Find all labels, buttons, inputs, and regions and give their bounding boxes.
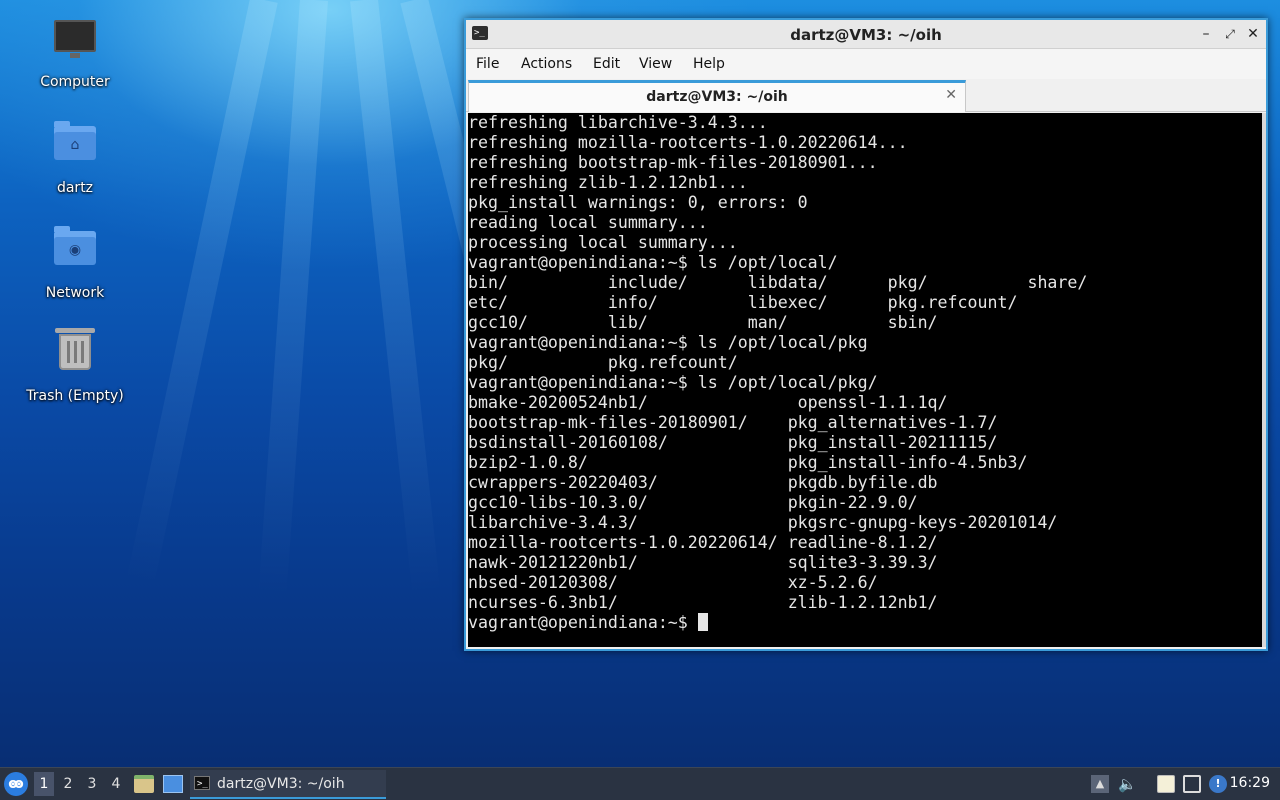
menubar: File Actions Edit View Help [466, 49, 1266, 79]
desktop-icon-network[interactable]: ◉ Network [20, 223, 130, 301]
terminal-line: etc/ info/ libexec/ pkg.refcount/ [468, 293, 1018, 312]
menu-actions[interactable]: Actions [521, 56, 572, 72]
desktop-icon-label: dartz [56, 180, 94, 196]
terminal-line: vagrant@openindiana:~$ ls /opt/local/ [468, 253, 838, 272]
terminal-line: bin/ include/ libdata/ pkg/ share/ [468, 273, 1088, 292]
terminal-line: processing local summary... [468, 233, 738, 252]
workspace-4[interactable]: 4 [106, 772, 126, 796]
terminal-line: bzip2-1.0.8/ pkg_install-info-4.5nb3/ [468, 453, 1028, 472]
tab-close-icon[interactable]: ✕ [945, 87, 957, 103]
terminal-cursor [697, 613, 708, 631]
tab-label: dartz@VM3: ~/oih [646, 89, 788, 105]
terminal-line: ncurses-6.3nb1/ zlib-1.2.12nb1/ [468, 593, 938, 612]
window-title: dartz@VM3: ~/oih [790, 26, 942, 44]
terminal-prompt: vagrant@openindiana:~$ [468, 613, 698, 632]
menu-file[interactable]: File [476, 56, 499, 72]
desktop-icon-computer[interactable]: Computer [20, 14, 130, 90]
terminal-line: nbsed-20120308/ xz-5.2.6/ [468, 573, 878, 592]
terminal-line: pkg_install warnings: 0, errors: 0 [468, 193, 808, 212]
desktop-icon-label: Computer [40, 74, 110, 90]
terminal-line: cwrappers-20220403/ pkgdb.byfile.db [468, 473, 938, 492]
tab-bar: dartz@VM3: ~/oih ✕ [466, 79, 1266, 112]
home-folder-icon: ⌂ [51, 121, 99, 174]
menu-view[interactable]: View [639, 56, 672, 72]
terminal-line: refreshing bootstrap-mk-files-20180901..… [468, 153, 878, 172]
notification-icon[interactable]: ! [1209, 775, 1227, 793]
light-ray [125, 0, 278, 590]
window-titlebar[interactable]: >_ dartz@VM3: ~/oih – ⤢ ✕ [466, 20, 1266, 49]
terminal-text: refreshing libarchive-3.4.3... refreshin… [468, 113, 1264, 633]
workspace-3[interactable]: 3 [82, 772, 102, 796]
menu-edit[interactable]: Edit [593, 56, 620, 72]
terminal-line: pkg/ pkg.refcount/ [468, 353, 738, 372]
light-ray [258, 0, 328, 600]
minimize-button[interactable]: – [1196, 24, 1216, 44]
clock[interactable]: 16:29 [1230, 775, 1270, 791]
computer-icon [51, 20, 99, 68]
desktop-icon-home[interactable]: ⌂ dartz [20, 118, 130, 196]
maximize-button[interactable]: ⤢ [1220, 24, 1240, 44]
network-folder-icon: ◉ [51, 226, 99, 279]
close-button[interactable]: ✕ [1243, 24, 1263, 44]
task-label: dartz@VM3: ~/oih [217, 776, 345, 792]
terminal-tab[interactable]: dartz@VM3: ~/oih ✕ [468, 80, 966, 112]
terminal-line: refreshing libarchive-3.4.3... [468, 113, 768, 132]
terminal-line: vagrant@openindiana:~$ ls /opt/local/pkg [468, 333, 868, 352]
desktop-icon-label: Trash (Empty) [26, 388, 124, 404]
menu-help[interactable]: Help [693, 56, 725, 72]
terminal-line: mozilla-rootcerts-1.0.20220614/ readline… [468, 533, 938, 552]
taskbar: ꙭ 1 2 3 4 >_ dartz@VM3: ~/oih ▲ 🔈 ! 16:2… [0, 767, 1280, 800]
terminal-line: reading local summary... [468, 213, 708, 232]
terminal-icon: >_ [194, 776, 210, 790]
desktop-icon-trash[interactable]: Trash (Empty) [20, 328, 130, 404]
terminal-line: refreshing mozilla-rootcerts-1.0.2022061… [468, 133, 908, 152]
terminal-scrollbar[interactable] [1262, 113, 1266, 647]
terminal-output[interactable]: refreshing libarchive-3.4.3... refreshin… [468, 113, 1264, 647]
terminal-line: gcc10/ lib/ man/ sbin/ [468, 313, 938, 332]
terminal-line: bootstrap-mk-files-20180901/ pkg_alterna… [468, 413, 998, 432]
network-tray-icon[interactable] [1183, 775, 1201, 793]
start-menu-icon[interactable]: ꙭ [4, 772, 28, 796]
terminal-line: nawk-20121220nb1/ sqlite3-3.39.3/ [468, 553, 938, 572]
terminal-line: bsdinstall-20160108/ pkg_install-2021111… [468, 433, 998, 452]
clipboard-icon[interactable] [1157, 775, 1175, 793]
file-manager-icon[interactable] [134, 775, 154, 793]
taskbar-terminal-task[interactable]: >_ dartz@VM3: ~/oih [190, 770, 386, 799]
workspace-1[interactable]: 1 [34, 772, 54, 796]
terminal-line: gcc10-libs-10.3.0/ pkgin-22.9.0/ [468, 493, 918, 512]
desktop-icon-label: Network [45, 285, 105, 301]
workspace-2[interactable]: 2 [58, 772, 78, 796]
trash-icon [51, 328, 99, 382]
volume-icon[interactable]: 🔈 [1118, 775, 1137, 793]
terminal-line: vagrant@openindiana:~$ ls /opt/local/pkg… [468, 373, 878, 392]
show-desktop-icon[interactable] [163, 775, 183, 793]
terminal-line: libarchive-3.4.3/ pkgsrc-gnupg-keys-2020… [468, 513, 1058, 532]
tray-up-arrow-icon[interactable]: ▲ [1091, 775, 1109, 793]
terminal-window[interactable]: >_ dartz@VM3: ~/oih – ⤢ ✕ File Actions E… [464, 18, 1268, 651]
terminal-line: refreshing zlib-1.2.12nb1... [468, 173, 748, 192]
terminal-line: bmake-20200524nb1/ openssl-1.1.1q/ [468, 393, 948, 412]
